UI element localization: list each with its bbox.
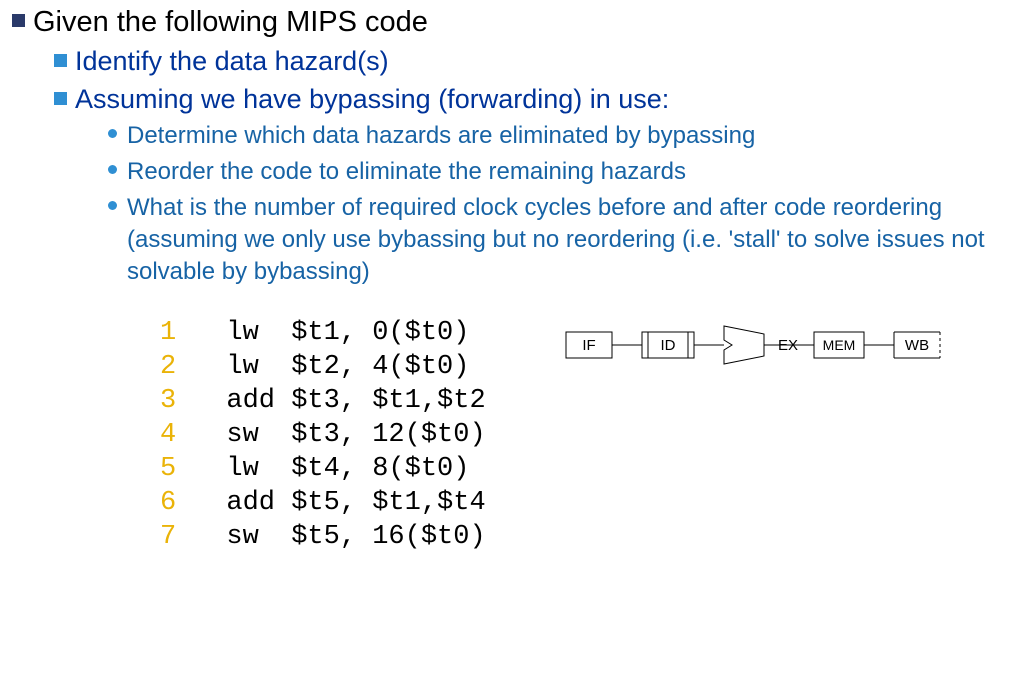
mips-code-block: 1 lw $t1, 0($t0) 2 lw $t2, 4($t0) 3 add … bbox=[160, 316, 486, 554]
bullet-level3: Reorder the code to eliminate the remain… bbox=[108, 156, 1014, 188]
bullet-level2: Identify the data hazard(s) bbox=[54, 44, 1014, 78]
pipeline-diagram: IF ID EX MEM WB bbox=[564, 320, 944, 375]
square-bullet-icon bbox=[54, 54, 67, 67]
square-bullet-icon bbox=[12, 14, 25, 27]
bullet-level2: Assuming we have bypassing (forwarding) … bbox=[54, 82, 1014, 116]
dot-bullet-icon bbox=[108, 165, 117, 174]
bullet-text: Determine which data hazards are elimina… bbox=[127, 120, 755, 152]
bullet-text: Identify the data hazard(s) bbox=[75, 44, 389, 78]
code-and-diagram: 1 lw $t1, 0($t0) 2 lw $t2, 4($t0) 3 add … bbox=[160, 316, 1014, 554]
pipeline-stage-wb: WB bbox=[905, 337, 929, 354]
slide-content: Given the following MIPS code Identify t… bbox=[0, 0, 1024, 554]
square-bullet-icon bbox=[54, 92, 67, 105]
bullet-level3: What is the number of required clock cyc… bbox=[108, 192, 1014, 288]
bullet-text: What is the number of required clock cyc… bbox=[127, 192, 1014, 288]
bullet-text: Reorder the code to eliminate the remain… bbox=[127, 156, 686, 188]
pipeline-stage-id: ID bbox=[660, 337, 675, 354]
pipeline-stage-if: IF bbox=[582, 337, 595, 354]
bullet-level3: Determine which data hazards are elimina… bbox=[108, 120, 1014, 152]
bullet-text: Given the following MIPS code bbox=[33, 4, 428, 40]
bullet-level1: Given the following MIPS code bbox=[12, 4, 1014, 40]
dot-bullet-icon bbox=[108, 129, 117, 138]
bullet-text: Assuming we have bypassing (forwarding) … bbox=[75, 82, 669, 116]
dot-bullet-icon bbox=[108, 201, 117, 210]
pipeline-stage-mem: MEM bbox=[822, 337, 855, 353]
